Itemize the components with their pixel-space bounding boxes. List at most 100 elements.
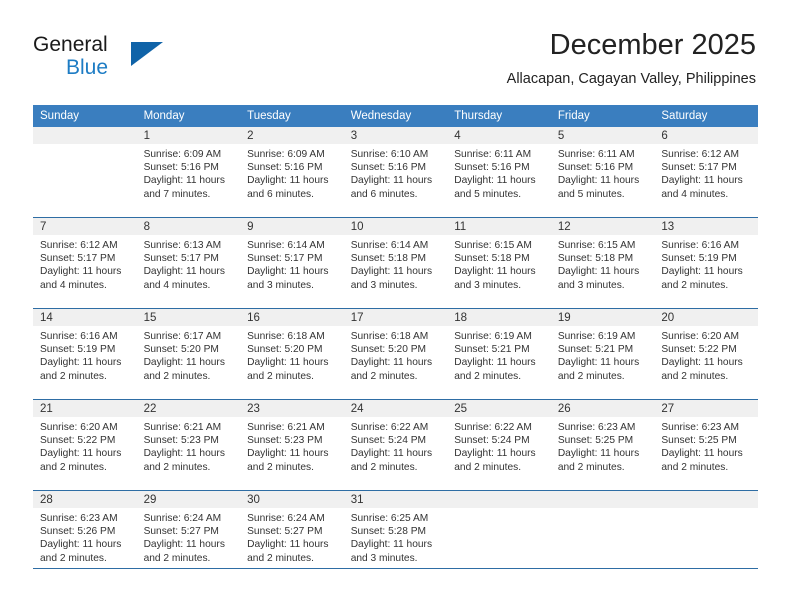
day-details: Sunrise: 6:09 AM Sunset: 5:16 PM Daylight:…: [137, 144, 241, 201]
sunrise-text: Sunrise: 6:17 AM: [143, 331, 222, 342]
sunrise-text: Sunrise: 6:19 AM: [557, 331, 636, 342]
daylight-text-line2: and 6 minutes.: [247, 188, 314, 200]
sunrise-text: Sunrise: 6:18 AM: [247, 331, 325, 342]
daylight-text-line2: and 2 minutes.: [350, 461, 418, 473]
calendar-day-cell[interactable]: 20 Sunrise: 6:20 AM Sunset: 5:22 PM Dayligh…: [654, 308, 758, 400]
day-number: 2: [240, 127, 344, 144]
calendar-day-cell[interactable]: 2 Sunrise: 6:09 AM Sunset: 5:16 PM Daylight…: [240, 127, 344, 218]
sunset-text: Sunset: 5:24 PM: [350, 435, 427, 447]
daylight-text-line1: Daylight: 11 hours: [350, 539, 433, 551]
daylight-text-line2: and 4 minutes.: [661, 188, 729, 200]
daylight-text-line2: and 2 minutes.: [661, 461, 729, 473]
daylight-text-line2: and 4 minutes.: [40, 279, 107, 291]
sunset-text: Sunset: 5:20 PM: [350, 344, 427, 356]
daylight-text-line1: Daylight: 11 hours: [143, 357, 225, 369]
calendar-day-cell[interactable]: 25 Sunrise: 6:22 AM Sunset: 5:24 PM Dayligh…: [447, 399, 551, 491]
day-details: Sunrise: 6:18 AM Sunset: 5:20 PM Daylight:…: [240, 326, 344, 383]
calendar-day-cell[interactable]: 8 Sunrise: 6:13 AM Sunset: 5:17 PM Daylight…: [136, 217, 241, 309]
sunset-text: Sunset: 5:24 PM: [454, 435, 530, 447]
daylight-text-line1: Daylight: 11 hours: [143, 539, 225, 551]
daylight-text-line2: and 2 minutes.: [454, 370, 522, 382]
daylight-text-line2: and 2 minutes.: [143, 370, 211, 382]
calendar-week-row: 14 Sunrise: 6:16 AM Sunset: 5:19 PM Dayligh…: [33, 308, 758, 400]
title-block: December 2025 Allacapan, Cagayan Valley,…: [507, 28, 756, 89]
sunset-text: Sunset: 5:17 PM: [40, 253, 116, 265]
daylight-text-line2: and 2 minutes.: [247, 461, 314, 473]
day-number: 16: [240, 309, 344, 326]
daylight-text-line2: and 7 minutes.: [143, 188, 211, 200]
daylight-text-line1: Daylight: 11 hours: [661, 448, 743, 460]
weekday-header-tuesday: Tuesday: [240, 105, 344, 127]
day-number: 25: [447, 400, 551, 417]
calendar-day-cell[interactable]: 17 Sunrise: 6:18 AM Sunset: 5:20 PM Dayligh…: [343, 308, 448, 400]
day-number: 26: [550, 400, 655, 417]
day-number: [550, 491, 655, 508]
daylight-text-line1: Daylight: 11 hours: [247, 357, 329, 369]
calendar-day-cell[interactable]: 5 Sunrise: 6:11 AM Sunset: 5:16 PM Daylight…: [550, 127, 655, 218]
calendar-day-cell[interactable]: 3 Sunrise: 6:10 AM Sunset: 5:16 PM Daylight…: [343, 127, 448, 218]
calendar-day-cell[interactable]: 16 Sunrise: 6:18 AM Sunset: 5:20 PM Dayligh…: [240, 308, 344, 400]
calendar-day-cell[interactable]: 13 Sunrise: 6:16 AM Sunset: 5:19 PM Dayligh…: [654, 217, 758, 309]
daylight-text-line2: and 2 minutes.: [661, 279, 729, 291]
calendar-day-cell[interactable]: 12 Sunrise: 6:15 AM Sunset: 5:18 PM Dayligh…: [550, 217, 655, 309]
day-details: Sunrise: 6:14 AM Sunset: 5:18 PM Daylight:…: [344, 235, 448, 292]
daylight-text-line2: and 2 minutes.: [557, 461, 625, 473]
daylight-text-line1: Daylight: 11 hours: [557, 266, 640, 278]
weekday-header-wednesday: Wednesday: [343, 105, 448, 127]
calendar-day-cell[interactable]: 14 Sunrise: 6:16 AM Sunset: 5:19 PM Dayligh…: [33, 308, 137, 400]
calendar-day-cell[interactable]: 19 Sunrise: 6:19 AM Sunset: 5:21 PM Dayligh…: [550, 308, 655, 400]
sunrise-text: Sunrise: 6:19 AM: [454, 331, 532, 342]
sunset-text: Sunset: 5:16 PM: [557, 162, 634, 174]
day-number: 22: [136, 400, 241, 417]
calendar-header-row: Sunday Monday Tuesday Wednesday Thursday Frid…: [33, 105, 758, 127]
day-details: Sunrise: 6:22 AM Sunset: 5:24 PM Daylight:…: [344, 417, 448, 474]
daylight-text-line1: Daylight: 11 hours: [40, 539, 122, 551]
calendar-day-cell[interactable]: 23 Sunrise: 6:21 AM Sunset: 5:23 PM Dayligh…: [240, 399, 344, 491]
calendar-day-cell[interactable]: 1 Sunrise: 6:09 AM Sunset: 5:16 PM Daylight…: [136, 127, 241, 218]
calendar-day-cell[interactable]: 4 Sunrise: 6:11 AM Sunset: 5:16 PM Daylight…: [447, 127, 551, 218]
daylight-text-line1: Daylight: 11 hours: [661, 266, 743, 278]
daylight-text-line2: and 3 minutes.: [247, 279, 314, 291]
day-number: 29: [136, 491, 241, 508]
calendar-day-cell[interactable]: 21 Sunrise: 6:20 AM Sunset: 5:22 PM Dayligh…: [33, 399, 137, 491]
day-details: Sunrise: 6:23 AM Sunset: 5:26 PM Daylight:…: [33, 508, 137, 565]
daylight-text-line2: and 4 minutes.: [143, 279, 211, 291]
sunrise-text: Sunrise: 6:18 AM: [350, 331, 429, 342]
daylight-text-line1: Daylight: 11 hours: [350, 175, 433, 187]
sunset-text: Sunset: 5:25 PM: [661, 435, 737, 447]
sunrise-text: Sunrise: 6:16 AM: [40, 331, 118, 342]
sunset-text: Sunset: 5:25 PM: [557, 435, 634, 447]
daylight-text-line2: and 2 minutes.: [40, 552, 107, 564]
daylight-text-line1: Daylight: 11 hours: [557, 357, 640, 369]
day-number: 27: [654, 400, 758, 417]
calendar-day-cell[interactable]: 24 Sunrise: 6:22 AM Sunset: 5:24 PM Dayligh…: [343, 399, 448, 491]
calendar-day-cell[interactable]: 9 Sunrise: 6:14 AM Sunset: 5:17 PM Daylight…: [240, 217, 344, 309]
day-number: 10: [343, 218, 448, 235]
day-number: 31: [343, 491, 448, 508]
calendar-day-cell[interactable]: 11 Sunrise: 6:15 AM Sunset: 5:18 PM Dayligh…: [447, 217, 551, 309]
calendar-day-cell[interactable]: 7 Sunrise: 6:12 AM Sunset: 5:17 PM Daylight…: [33, 217, 137, 309]
day-details: Sunrise: 6:19 AM Sunset: 5:21 PM Daylight:…: [447, 326, 551, 383]
calendar-day-cell[interactable]: 18 Sunrise: 6:19 AM Sunset: 5:21 PM Dayligh…: [447, 308, 551, 400]
calendar-day-cell[interactable]: 22 Sunrise: 6:21 AM Sunset: 5:23 PM Dayligh…: [136, 399, 241, 491]
daylight-text-line1: Daylight: 11 hours: [247, 175, 329, 187]
sunset-text: Sunset: 5:27 PM: [143, 526, 219, 538]
calendar-day-cell[interactable]: 10 Sunrise: 6:14 AM Sunset: 5:18 PM Dayligh…: [343, 217, 448, 309]
sunset-text: Sunset: 5:17 PM: [661, 162, 737, 174]
daylight-text-line2: and 5 minutes.: [454, 188, 522, 200]
day-number: 28: [33, 491, 137, 508]
sunrise-text: Sunrise: 6:23 AM: [40, 513, 118, 524]
calendar-day-cell[interactable]: 27 Sunrise: 6:23 AM Sunset: 5:25 PM Dayligh…: [654, 399, 758, 491]
calendar-week-row: 1 Sunrise: 6:09 AM Sunset: 5:16 PM Daylight…: [33, 127, 758, 218]
sunrise-text: Sunrise: 6:24 AM: [247, 513, 325, 524]
calendar-day-cell[interactable]: 26 Sunrise: 6:23 AM Sunset: 5:25 PM Dayligh…: [550, 399, 655, 491]
day-details: Sunrise: 6:24 AM Sunset: 5:27 PM Daylight:…: [240, 508, 344, 565]
calendar-day-cell[interactable]: 15 Sunrise: 6:17 AM Sunset: 5:20 PM Dayligh…: [136, 308, 241, 400]
weekday-header-saturday: Saturday: [654, 105, 758, 127]
day-number: 24: [343, 400, 448, 417]
sunset-text: Sunset: 5:27 PM: [247, 526, 323, 538]
day-details: Sunrise: 6:20 AM Sunset: 5:22 PM Daylight:…: [33, 417, 137, 474]
calendar-day-cell[interactable]: 6 Sunrise: 6:12 AM Sunset: 5:17 PM Daylight…: [654, 127, 758, 218]
sunrise-text: Sunrise: 6:12 AM: [40, 240, 118, 251]
daylight-text-line2: and 2 minutes.: [143, 552, 211, 564]
